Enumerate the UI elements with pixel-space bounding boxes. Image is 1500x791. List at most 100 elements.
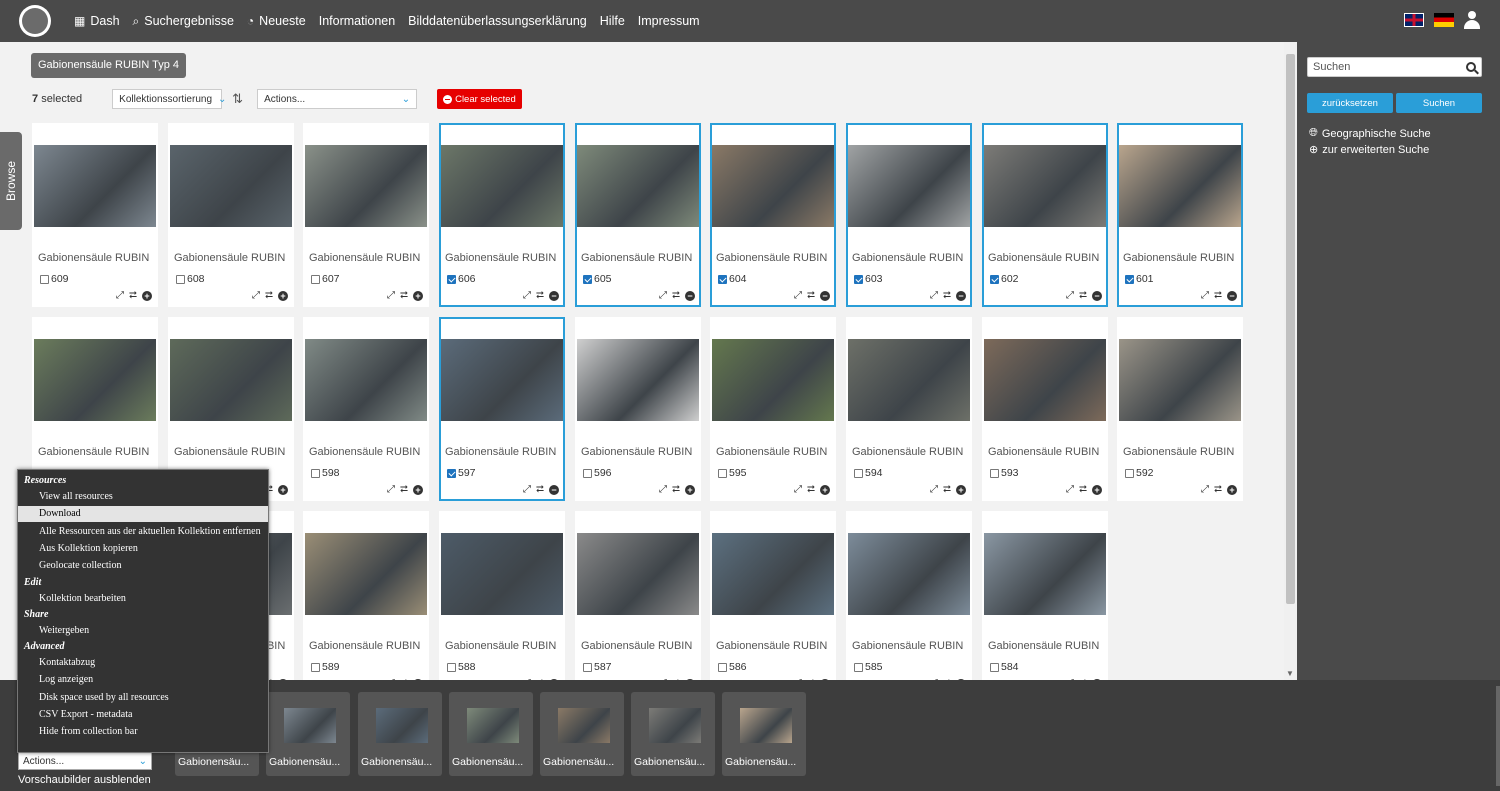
resource-title[interactable]: Gabionensäule RUBIN: [174, 252, 285, 264]
resource-title[interactable]: Gabionensäule RUBIN: [581, 446, 692, 458]
resource-thumbnail[interactable]: [712, 145, 834, 227]
share-icon[interactable]: ⮂: [943, 291, 951, 301]
clear-selected-button[interactable]: Clear selected: [437, 89, 522, 109]
share-icon[interactable]: ⮂: [400, 485, 408, 495]
search-input[interactable]: Suchen: [1307, 57, 1482, 77]
add-to-collection-icon[interactable]: +: [278, 291, 288, 301]
expand-icon[interactable]: ⤢: [659, 291, 667, 301]
resource-title[interactable]: Gabionensäule RUBIN: [1123, 446, 1234, 458]
menu-item[interactable]: Log anzeigen: [18, 672, 268, 688]
resource-title[interactable]: Gabionensäule RUBIN: [716, 640, 827, 652]
share-icon[interactable]: ⮂: [943, 485, 951, 495]
menu-item[interactable]: Kollektion bearbeiten: [18, 591, 268, 607]
resource-card[interactable]: Gabionensäule RUBIN 603 ⤢ ⮂ −: [846, 123, 972, 307]
resource-checkbox[interactable]: [447, 468, 456, 478]
resource-title[interactable]: Gabionensäule RUBIN: [1123, 252, 1234, 264]
expand-icon[interactable]: ⤢: [659, 485, 667, 495]
resource-thumbnail[interactable]: [577, 339, 699, 421]
collection-bar-scroll[interactable]: [1496, 686, 1500, 786]
resource-thumbnail[interactable]: [712, 339, 834, 421]
resource-card[interactable]: Gabionensäule RUBIN 593 ⤢ ⮂ +: [982, 317, 1108, 501]
collection-bar-item[interactable]: Gabionensäu...: [631, 692, 715, 776]
resource-card[interactable]: Gabionensäule RUBIN 601 ⤢ ⮂ −: [1117, 123, 1243, 307]
resource-thumbnail[interactable]: [441, 145, 563, 227]
expand-icon[interactable]: ⤢: [1066, 485, 1074, 495]
nav-item-informationen[interactable]: Informationen: [319, 14, 395, 28]
add-to-collection-icon[interactable]: +: [142, 291, 152, 301]
resource-card[interactable]: Gabionensäule RUBIN589⤢⮂+: [303, 511, 429, 680]
resource-thumbnail[interactable]: [1119, 339, 1241, 421]
resource-checkbox[interactable]: [854, 662, 863, 672]
resource-title[interactable]: Gabionensäule RUBIN: [174, 446, 285, 458]
resource-thumbnail[interactable]: [577, 533, 699, 615]
resource-card[interactable]: Gabionensäule RUBIN588⤢⮂+: [439, 511, 565, 680]
resource-card[interactable]: Gabionensäule RUBIN 608 ⤢ ⮂ +: [168, 123, 294, 307]
resource-title[interactable]: Gabionensäule RUBIN: [445, 640, 556, 652]
collection-bar-thumbnail[interactable]: [376, 708, 428, 743]
resource-card[interactable]: Gabionensäule RUBIN 595 ⤢ ⮂ +: [710, 317, 836, 501]
resource-title[interactable]: Gabionensäule RUBIN: [309, 446, 420, 458]
resource-card[interactable]: Gabionensäule RUBIN 598 ⤢ ⮂ +: [303, 317, 429, 501]
nav-item-hilfe[interactable]: Hilfe: [600, 14, 625, 28]
resource-thumbnail[interactable]: [170, 339, 292, 421]
add-to-collection-icon[interactable]: +: [820, 485, 830, 495]
menu-item[interactable]: View all resources: [18, 489, 268, 505]
expand-icon[interactable]: ⤢: [523, 291, 531, 301]
resource-thumbnail[interactable]: [848, 145, 970, 227]
resource-card[interactable]: Gabionensäule RUBIN 604 ⤢ ⮂ −: [710, 123, 836, 307]
scroll-thumb[interactable]: [1286, 54, 1295, 604]
add-to-collection-icon[interactable]: +: [1092, 485, 1102, 495]
menu-item[interactable]: Download: [18, 506, 268, 523]
expand-icon[interactable]: ⤢: [116, 291, 124, 301]
remove-from-collection-icon[interactable]: −: [1227, 291, 1237, 301]
advanced-search-link[interactable]: ⊕ zur erweiterten Suche: [1309, 143, 1429, 157]
resource-thumbnail[interactable]: [848, 533, 970, 615]
menu-item[interactable]: Aus Kollektion kopieren: [18, 541, 268, 557]
expand-icon[interactable]: ⤢: [252, 291, 260, 301]
resource-card[interactable]: Gabionensäule RUBIN 597 ⤢ ⮂ −: [439, 317, 565, 501]
collection-bar-thumbnail[interactable]: [558, 708, 610, 743]
expand-icon[interactable]: ⤢: [523, 485, 531, 495]
menu-item[interactable]: CSV Export - metadata: [18, 707, 268, 723]
expand-icon[interactable]: ⤢: [794, 485, 802, 495]
add-to-collection-icon[interactable]: +: [413, 485, 423, 495]
search-icon[interactable]: [1466, 62, 1476, 72]
resource-thumbnail[interactable]: [34, 145, 156, 227]
geo-search-link[interactable]: 🌐︎ Geographische Suche: [1309, 127, 1431, 140]
resource-checkbox[interactable]: [718, 468, 727, 478]
resource-thumbnail[interactable]: [984, 533, 1106, 615]
flag-de-icon[interactable]: [1434, 13, 1454, 27]
resource-card[interactable]: Gabionensäule RUBIN 606 ⤢ ⮂ −: [439, 123, 565, 307]
resource-checkbox[interactable]: [40, 274, 49, 284]
resource-card[interactable]: Gabionensäule RUBIN587⤢⮂+: [575, 511, 701, 680]
share-icon[interactable]: ⮂: [265, 291, 273, 301]
share-icon[interactable]: ⮂: [807, 291, 815, 301]
share-icon[interactable]: ⮂: [1214, 291, 1222, 301]
add-to-collection-icon[interactable]: +: [1227, 485, 1237, 495]
expand-icon[interactable]: ⤢: [1201, 291, 1209, 301]
resource-checkbox[interactable]: [854, 468, 863, 478]
remove-from-collection-icon[interactable]: −: [820, 291, 830, 301]
resource-checkbox[interactable]: [718, 662, 727, 672]
add-to-collection-icon[interactable]: +: [278, 485, 288, 495]
resource-title[interactable]: Gabionensäule RUBIN: [852, 252, 963, 264]
menu-item[interactable]: Weitergeben: [18, 623, 268, 639]
resource-checkbox[interactable]: [854, 274, 863, 284]
resource-checkbox[interactable]: [718, 274, 727, 284]
resource-title[interactable]: Gabionensäule RUBIN: [38, 252, 149, 264]
share-icon[interactable]: ⮂: [807, 485, 815, 495]
resource-title[interactable]: Gabionensäule RUBIN: [309, 640, 420, 652]
resource-checkbox[interactable]: [583, 662, 592, 672]
resource-title[interactable]: Gabionensäule RUBIN: [581, 640, 692, 652]
nav-item-bilddatenüberlassungserklärung[interactable]: Bilddatenüberlassungserklärung: [408, 14, 587, 28]
resource-thumbnail[interactable]: [1119, 145, 1241, 227]
resource-title[interactable]: Gabionensäule RUBIN: [852, 640, 963, 652]
remove-from-collection-icon[interactable]: −: [956, 291, 966, 301]
resource-card[interactable]: Gabionensäule RUBIN 592 ⤢ ⮂ +: [1117, 317, 1243, 501]
resource-card[interactable]: Gabionensäule RUBIN 602 ⤢ ⮂ −: [982, 123, 1108, 307]
actions-select[interactable]: Actions... ⌄: [257, 89, 418, 109]
share-icon[interactable]: ⮂: [1079, 291, 1087, 301]
resource-checkbox[interactable]: [311, 274, 320, 284]
resource-title[interactable]: Gabionensäule RUBIN: [988, 252, 1099, 264]
resource-thumbnail[interactable]: [305, 145, 427, 227]
